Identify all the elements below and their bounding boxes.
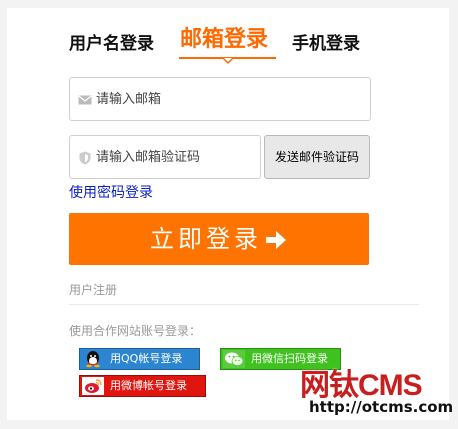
- send-email-code-button[interactable]: 发送邮件验证码: [264, 135, 370, 179]
- password-login-link[interactable]: 使用密码登录: [69, 182, 153, 202]
- code-field-container: [69, 135, 261, 179]
- login-panel: 用户名登录 邮箱登录 手机登录 发送邮件验证码 使用密码登录 立即登录 用户注册…: [7, 8, 449, 420]
- qq-login-label: 用QQ帐号登录: [110, 352, 183, 365]
- email-field-container: [69, 77, 371, 121]
- email-input[interactable]: [96, 86, 346, 112]
- register-link[interactable]: 用户注册: [69, 281, 117, 298]
- tab-phone-login[interactable]: 手机登录: [292, 33, 360, 55]
- login-button[interactable]: 立即登录: [69, 213, 369, 265]
- divider: [69, 304, 419, 305]
- qq-login-button[interactable]: 用QQ帐号登录: [79, 348, 200, 370]
- shield-icon: [79, 151, 91, 165]
- wechat-icon: [223, 350, 245, 368]
- envelope-icon: [78, 95, 92, 105]
- email-code-input[interactable]: [96, 144, 246, 170]
- partner-login-title: 使用合作网站账号登录：: [69, 324, 202, 338]
- qq-penguin-icon: [86, 351, 100, 368]
- weibo-icon: [82, 377, 104, 395]
- active-tab-caret: [223, 58, 233, 64]
- weibo-login-label: 用微博帐号登录: [110, 379, 187, 392]
- watermark: 网钛CMS http://otcms.com: [300, 360, 454, 422]
- watermark-url: http://otcms.com: [309, 398, 454, 416]
- tab-email-login[interactable]: 邮箱登录: [180, 25, 268, 55]
- weibo-login-button[interactable]: 用微博帐号登录: [79, 375, 206, 397]
- arrow-right-icon: [266, 231, 286, 249]
- tab-username-login[interactable]: 用户名登录: [69, 33, 154, 55]
- login-tabs: 用户名登录 邮箱登录 手机登录: [7, 8, 449, 68]
- login-button-label: 立即登录: [150, 225, 262, 253]
